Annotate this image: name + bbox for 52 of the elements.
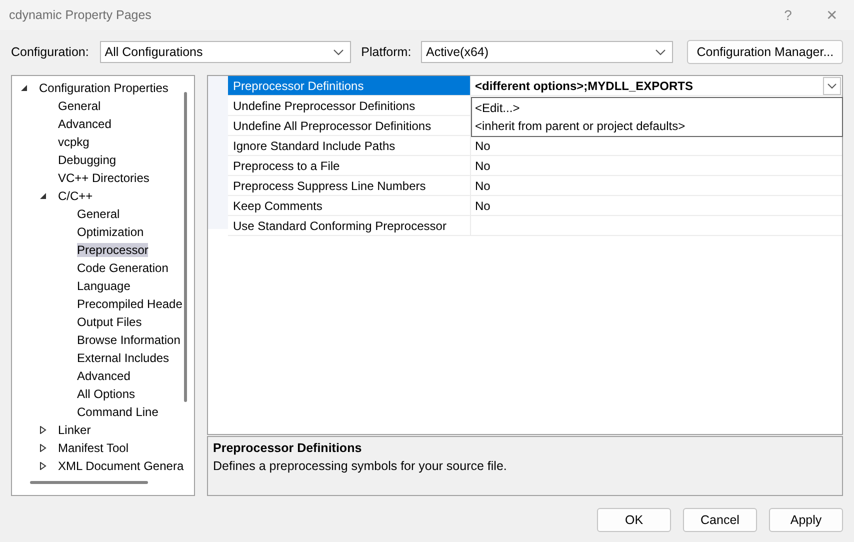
tree-item[interactable]: Code Generation — [77, 261, 168, 275]
tree-item[interactable]: Preprocessor — [77, 243, 148, 257]
dropdown-button[interactable] — [823, 76, 841, 94]
configuration-manager-button[interactable]: Configuration Manager... — [687, 40, 843, 64]
description-text: Defines a preprocessing symbols for your source file. — [213, 459, 508, 473]
tree-item[interactable]: Linker — [58, 423, 91, 437]
tree-item[interactable]: Advanced — [77, 369, 130, 383]
tree-item[interactable]: Precompiled Heade — [77, 297, 182, 311]
property-value: <different options>;MYDLL_EXPORTS — [475, 78, 694, 92]
property-value: No — [475, 178, 490, 192]
expanded-triangle-icon[interactable] — [20, 84, 28, 92]
property-value: No — [475, 158, 490, 172]
chevron-down-icon — [333, 48, 344, 56]
chevron-down-icon — [655, 48, 666, 56]
tree-item[interactable]: VC++ Directories — [58, 171, 150, 185]
tree-item[interactable]: External Includes — [77, 351, 170, 365]
window-title: cdynamic Property Pages — [9, 8, 152, 22]
tree-item[interactable]: Manifest Tool — [58, 441, 128, 455]
expanded-triangle-icon[interactable] — [39, 192, 47, 200]
vertical-scrollbar[interactable] — [184, 92, 187, 402]
collapsed-triangle-icon[interactable] — [39, 426, 47, 434]
horizontal-scrollbar[interactable] — [30, 481, 148, 484]
tree-item[interactable]: Advanced — [58, 117, 112, 131]
configuration-dropdown[interactable]: All Configurations — [100, 41, 352, 63]
tree-item[interactable]: XML Document Genera — [58, 459, 184, 473]
description-title: Preprocessor Definitions — [213, 441, 363, 455]
collapsed-triangle-icon[interactable] — [39, 444, 47, 452]
property-value: No — [475, 198, 490, 212]
tree-item[interactable]: General — [58, 99, 101, 113]
property-value: No — [475, 138, 490, 152]
tree-item[interactable]: Language — [77, 279, 130, 293]
tree-item[interactable]: Optimization — [77, 225, 144, 239]
dropdown-option[interactable]: <Edit...> — [472, 99, 842, 117]
tree-item[interactable]: General — [77, 207, 120, 221]
collapsed-triangle-icon[interactable] — [39, 462, 47, 470]
tree-item[interactable]: All Options — [77, 387, 136, 401]
platform-label: Platform: — [361, 45, 412, 59]
tree-item[interactable]: vcpkg — [58, 135, 90, 149]
tree-item[interactable]: Output Files — [77, 315, 142, 329]
configuration-label: Configuration: — [11, 45, 90, 59]
tree-item[interactable]: Browse Information — [77, 333, 180, 347]
dialog-button[interactable]: Cancel — [683, 508, 757, 532]
property-name[interactable]: Preprocessor Definitions — [228, 76, 471, 95]
dropdown-option[interactable]: <inherit from parent or project defaults> — [472, 117, 842, 135]
tree-item[interactable]: Debugging — [58, 153, 116, 167]
tree-item[interactable]: Configuration Properties — [39, 81, 168, 95]
dialog-button[interactable]: OK — [597, 508, 671, 532]
tree-item[interactable]: Command Line — [77, 405, 158, 419]
tree-item[interactable]: C/C++ — [58, 189, 93, 203]
dialog-button[interactable]: Apply — [769, 508, 843, 532]
platform-dropdown[interactable]: Active(x64) — [421, 41, 674, 63]
chevron-down-icon — [827, 82, 837, 88]
